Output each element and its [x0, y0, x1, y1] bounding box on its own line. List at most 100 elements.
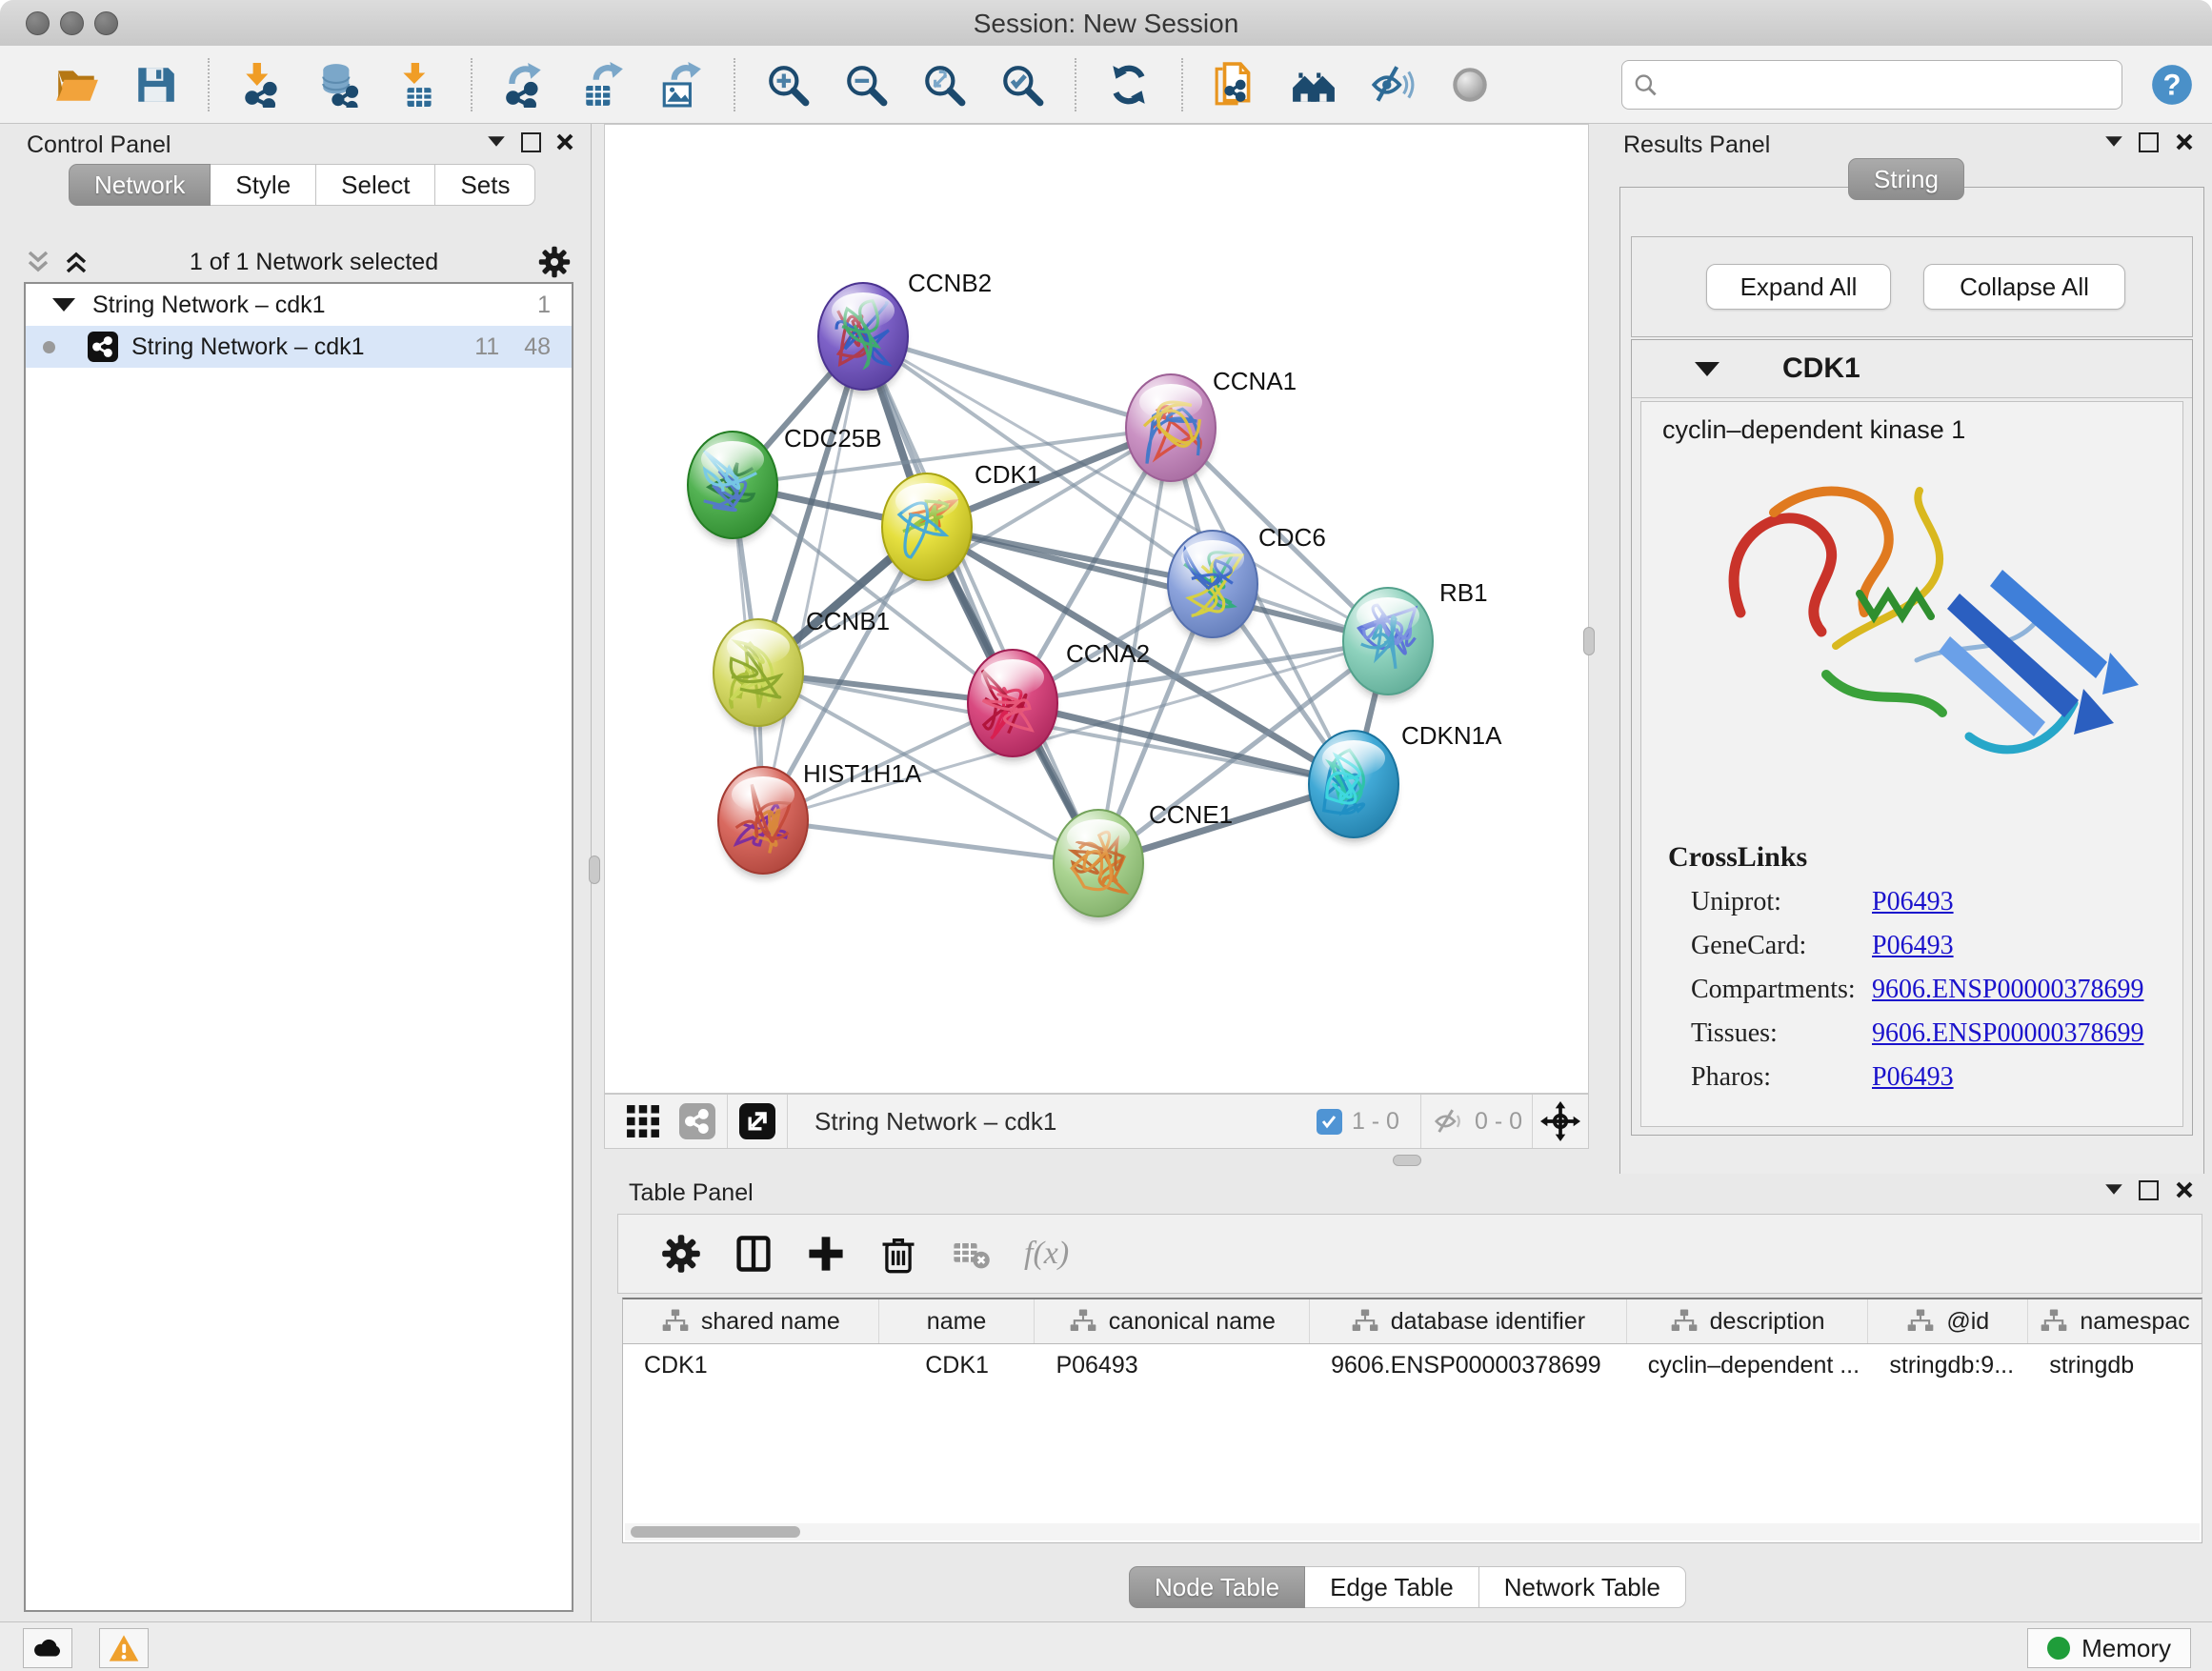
hide-graphics-details-icon[interactable] — [1369, 62, 1415, 108]
cloud-button[interactable] — [23, 1628, 72, 1668]
crosslink-tissues-link[interactable]: 9606.ENSP00000378699 — [1872, 1018, 2143, 1049]
crosslink-genecard-link[interactable]: P06493 — [1872, 931, 1954, 961]
birdseye-view-icon[interactable] — [626, 1104, 660, 1138]
network-node-CCNE1[interactable]: CCNE1 — [1054, 800, 1233, 921]
refresh-view-icon[interactable] — [1106, 62, 1152, 108]
zoom-fit-icon[interactable] — [921, 62, 967, 108]
delete-table-icon — [950, 1233, 992, 1275]
protein-card-header[interactable]: CDK1 — [1632, 340, 2192, 398]
tab-node-table[interactable]: Node Table — [1129, 1566, 1305, 1608]
network-row[interactable]: String Network – cdk1 11 48 — [26, 326, 572, 368]
tab-edge-table[interactable]: Edge Table — [1305, 1566, 1479, 1608]
split-column-icon[interactable] — [733, 1233, 774, 1275]
network-node-CDKN1A[interactable]: CDKN1A — [1309, 721, 1502, 842]
cloud-icon — [31, 1632, 64, 1664]
network-node-HIST1H1A[interactable]: HIST1H1A — [718, 759, 922, 878]
network-node-CCNA2[interactable]: CCNA2 — [968, 639, 1150, 761]
network-canvas[interactable]: CCNB2CCNA1CDC25BCDK1CDC6RB1CCNB1CCNA2CDK… — [604, 124, 1589, 1094]
scrollbar-thumb[interactable] — [631, 1526, 800, 1538]
crosslink-pharos-link[interactable]: P06493 — [1872, 1062, 1954, 1093]
zoom-out-icon[interactable] — [843, 62, 889, 108]
collapse-all-button[interactable]: Collapse All — [1923, 264, 2125, 310]
zoom-in-icon[interactable] — [765, 62, 811, 108]
network-edge-CCNB2-HIST1H1A[interactable] — [763, 336, 863, 820]
results-panel-menu-icon[interactable] — [2103, 135, 2124, 148]
network-node-CCNB2[interactable]: CCNB2 — [818, 269, 992, 394]
column-header-id[interactable]: @id — [1868, 1299, 2028, 1343]
cell-shared-name: CDK1 — [623, 1352, 879, 1379]
show-graphics-details-icon[interactable] — [1447, 62, 1493, 108]
control-panel-float-icon[interactable] — [518, 130, 543, 154]
string-home-icon[interactable] — [1291, 62, 1337, 108]
zoom-selected-icon[interactable] — [999, 62, 1045, 108]
network-node-RB1[interactable]: RB1 — [1343, 578, 1488, 699]
tab-sets[interactable]: Sets — [435, 164, 535, 206]
table-horizontal-scrollbar[interactable] — [625, 1523, 2200, 1540]
help-icon[interactable]: ? — [2149, 62, 2195, 108]
collection-expand-icon[interactable] — [52, 298, 75, 312]
tab-string[interactable]: String — [1848, 158, 1964, 200]
move-tool-icon[interactable] — [1540, 1101, 1580, 1141]
table-panel-menu-icon[interactable] — [2103, 1183, 2124, 1196]
results-panel-close-icon[interactable] — [2172, 130, 2197, 154]
column-header-database-identifier[interactable]: database identifier — [1310, 1299, 1627, 1343]
network-node-CCNB1[interactable]: CCNB1 — [714, 607, 890, 731]
column-header-namespace[interactable]: namespac — [2028, 1299, 2202, 1343]
share-session-file-icon[interactable] — [1213, 62, 1258, 108]
toolbar-separator — [471, 58, 473, 111]
collection-count: 1 — [537, 292, 551, 319]
protein-collapse-icon[interactable] — [1695, 362, 1719, 376]
open-file-icon[interactable] — [54, 62, 100, 108]
toolbar-separator — [787, 1095, 788, 1148]
results-panel-float-icon[interactable] — [2136, 130, 2161, 154]
delete-column-icon[interactable] — [877, 1233, 919, 1275]
collection-label: String Network – cdk1 — [92, 292, 537, 319]
network-node-CDC6[interactable]: CDC6 — [1168, 523, 1326, 642]
add-column-icon[interactable] — [805, 1233, 847, 1275]
table-row[interactable]: CDK1 CDK1 P06493 9606.ENSP00000378699 cy… — [623, 1344, 2202, 1386]
export-image-icon[interactable] — [658, 62, 704, 108]
export-network-icon[interactable] — [502, 62, 548, 108]
network-options-gear-icon[interactable] — [537, 245, 572, 279]
open-in-browser-icon[interactable] — [739, 1103, 775, 1139]
crosslink-uniprot-link[interactable]: P06493 — [1872, 887, 1954, 917]
table-panel-close-icon[interactable] — [2172, 1178, 2197, 1202]
collapse-all-networks-icon[interactable] — [62, 248, 90, 276]
tab-network[interactable]: Network — [69, 164, 211, 206]
column-header-canonical-name[interactable]: canonical name — [1035, 1299, 1310, 1343]
left-splitter-handle[interactable] — [589, 856, 600, 884]
horizontal-splitter-handle[interactable] — [1393, 1155, 1421, 1166]
column-header-shared-name[interactable]: shared name — [623, 1299, 879, 1343]
selected-checkbox-icon[interactable] — [1317, 1109, 1342, 1135]
import-network-file-icon[interactable] — [239, 62, 285, 108]
expand-all-button[interactable]: Expand All — [1706, 264, 1891, 310]
right-splitter-handle[interactable] — [1583, 627, 1595, 655]
crosslink-compartments-link[interactable]: 9606.ENSP00000378699 — [1872, 975, 2143, 1005]
export-table-icon[interactable] — [580, 62, 626, 108]
search-input[interactable] — [1658, 70, 2110, 99]
table-settings-gear-icon[interactable] — [660, 1233, 702, 1275]
status-bar: Memory — [0, 1621, 2212, 1671]
cell-database-identifier: 9606.ENSP00000378699 — [1310, 1352, 1627, 1379]
node-label-CCNB1: CCNB1 — [806, 607, 890, 635]
tab-select[interactable]: Select — [316, 164, 435, 206]
control-panel-close-icon[interactable] — [553, 130, 577, 154]
toolbar-separator — [1420, 1095, 1421, 1148]
tab-network-table[interactable]: Network Table — [1479, 1566, 1686, 1608]
import-table-file-icon[interactable] — [395, 62, 441, 108]
memory-button[interactable]: Memory — [2027, 1628, 2191, 1668]
save-session-icon[interactable] — [132, 62, 178, 108]
table-panel-float-icon[interactable] — [2136, 1178, 2161, 1202]
column-header-name[interactable]: name — [879, 1299, 1036, 1343]
control-panel-menu-icon[interactable] — [486, 135, 507, 148]
network-collection-row[interactable]: String Network – cdk1 1 — [26, 284, 572, 326]
import-network-database-icon[interactable] — [317, 62, 363, 108]
tab-style[interactable]: Style — [211, 164, 316, 206]
network-edge-CCNB2-CCNA1[interactable] — [863, 336, 1171, 428]
share-network-icon[interactable] — [679, 1103, 715, 1139]
column-header-description[interactable]: description — [1627, 1299, 1869, 1343]
warnings-button[interactable] — [99, 1628, 149, 1668]
expand-all-networks-icon[interactable] — [24, 248, 52, 276]
network-edge-HIST1H1A-CCNE1[interactable] — [763, 820, 1098, 863]
network-node-CDK1[interactable]: CDK1 — [882, 460, 1040, 585]
